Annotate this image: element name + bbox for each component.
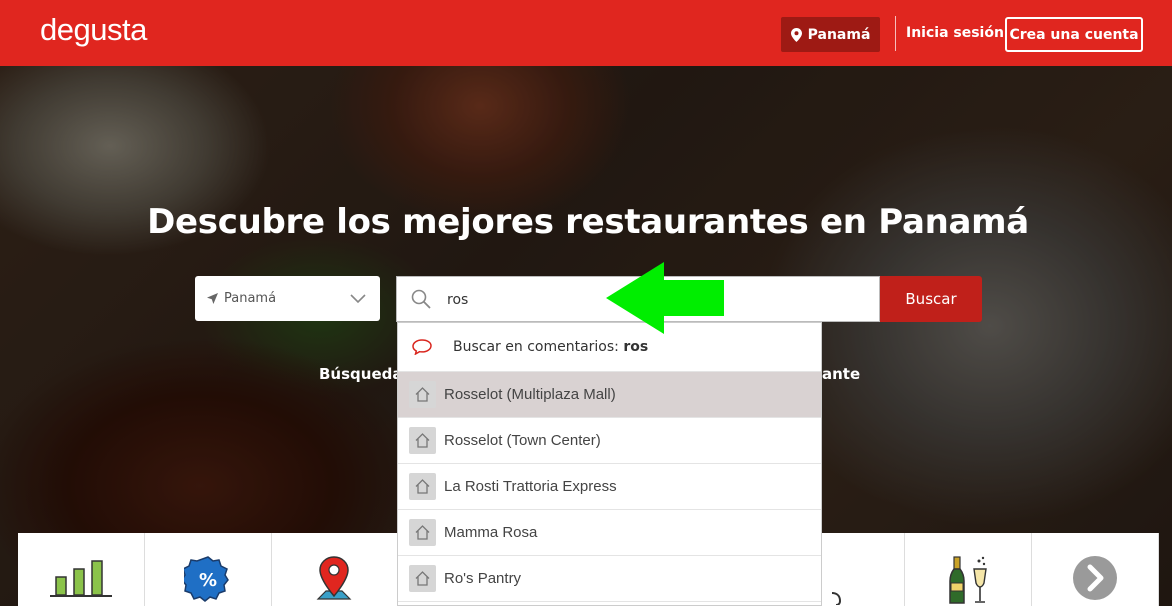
location-button[interactable]: Panamá (781, 17, 880, 52)
comment-icon (412, 339, 432, 355)
city-select-value: Panamá (224, 291, 277, 306)
hero-subtext-right: ante (822, 365, 861, 383)
suggestion-item[interactable]: Ro's Pantry (398, 556, 821, 602)
hero-title: Descubre los mejores restaurantes en Pan… (147, 202, 1029, 242)
restaurant-home-icon (409, 427, 436, 454)
restaurant-home-icon (409, 519, 436, 546)
svg-text:%: % (199, 570, 217, 591)
login-link[interactable]: Inicia sesión (906, 25, 1004, 41)
suggestion-item[interactable]: Rosselot (Town Center) (398, 418, 821, 464)
location-label: Panamá (807, 26, 871, 43)
restaurant-home-icon (409, 473, 436, 500)
map-pin-icon (317, 556, 352, 600)
comments-option-text: Buscar en comentarios: ros (453, 339, 648, 355)
green-arrow-icon (606, 262, 724, 334)
category-next[interactable] (1032, 533, 1160, 606)
search-icon (411, 289, 431, 309)
suggestion-label: La Rosti Trattoria Express (444, 478, 617, 495)
suggestion-item[interactable]: La Rosti Trattoria Express (398, 464, 821, 510)
suggestion-label: Rosselot (Multiplaza Mall) (444, 386, 616, 403)
category-drinks[interactable] (905, 533, 1033, 606)
category-ranking[interactable] (18, 533, 145, 606)
comments-option-label: Buscar en comentarios: (453, 339, 619, 355)
shield-icon (831, 592, 841, 605)
suggestion-item[interactable]: Rosselot (Multiplaza Mall) (398, 372, 821, 418)
comments-option-term: ros (623, 339, 649, 355)
restaurant-home-icon (409, 565, 436, 592)
champagne-icon (949, 556, 988, 604)
header-divider (895, 16, 896, 51)
category-nearby[interactable] (272, 533, 399, 606)
city-select[interactable]: Panamá (195, 276, 380, 321)
degusta-logo[interactable]: degusta (40, 12, 147, 48)
navigation-arrow-icon (207, 293, 218, 304)
category-promotions[interactable]: % (145, 533, 272, 606)
search-query: ros (447, 292, 469, 308)
signup-button[interactable]: Crea una cuenta (1005, 17, 1143, 52)
hero-subtext-left: Búsqueda (319, 365, 403, 383)
bar-chart-icon (49, 560, 112, 597)
suggestion-label: Rosselot (Town Center) (444, 432, 601, 449)
autocomplete-dropdown: Buscar en comentarios: ros Rosselot (Mul… (397, 322, 822, 606)
suggestion-label: Ro's Pantry (444, 570, 522, 587)
restaurant-home-icon (409, 381, 436, 408)
suggestion-label: Mamma Rosa (444, 524, 538, 541)
search-button[interactable]: Buscar (880, 276, 982, 322)
chevron-right-icon (1073, 556, 1118, 600)
chevron-down-icon (350, 294, 366, 304)
map-pin-icon (790, 27, 802, 42)
top-header: degusta Panamá Inicia sesión Crea una cu… (0, 0, 1172, 66)
discount-badge-icon: % (183, 556, 229, 602)
suggestion-item[interactable]: Mamma Rosa (398, 510, 821, 556)
